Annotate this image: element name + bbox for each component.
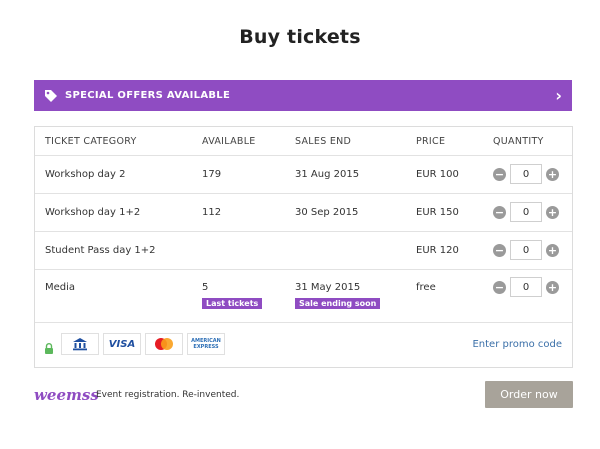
ticket-category: Student Pass day 1+2 bbox=[45, 245, 156, 256]
mastercard-logo bbox=[145, 333, 183, 355]
promo-code-link[interactable]: Enter promo code bbox=[472, 339, 562, 350]
visa-logo-text: VISA bbox=[108, 338, 136, 350]
minus-button[interactable]: − bbox=[493, 243, 506, 257]
footer-tagline: Event registration. Re-invented. bbox=[96, 390, 240, 400]
header-price: PRICE bbox=[416, 136, 446, 147]
quantity-input[interactable] bbox=[510, 164, 542, 184]
ticket-category: Media bbox=[45, 282, 76, 293]
ticket-sales-end: 30 Sep 2015 bbox=[295, 207, 359, 218]
order-now-button[interactable]: Order now bbox=[485, 381, 573, 408]
quantity-input[interactable] bbox=[510, 240, 542, 260]
table-row: Workshop day 1+2 112 30 Sep 2015 EUR 150… bbox=[35, 194, 572, 232]
amex-logo-text: AMERICAN EXPRESS bbox=[191, 338, 221, 350]
ticket-price: free bbox=[416, 282, 436, 293]
lock-icon bbox=[44, 339, 54, 354]
page-title: Buy tickets bbox=[239, 26, 361, 48]
ticket-category: Workshop day 2 bbox=[45, 169, 126, 180]
minus-button[interactable]: − bbox=[493, 167, 506, 181]
ticket-price: EUR 100 bbox=[416, 169, 459, 180]
minus-button[interactable]: − bbox=[493, 280, 506, 294]
quantity-stepper: − + bbox=[493, 202, 559, 222]
table-row: Media 5 Last tickets 31 May 2015 Sale en… bbox=[35, 270, 572, 323]
bank-icon bbox=[61, 333, 99, 355]
header-quantity: QUANTITY bbox=[493, 136, 544, 147]
table-header: TICKET CATEGORY AVAILABLE SALES END PRIC… bbox=[35, 127, 572, 156]
sale-ending-badge: Sale ending soon bbox=[295, 298, 381, 309]
minus-button[interactable]: − bbox=[493, 205, 506, 219]
ticket-sales-end: 31 Aug 2015 bbox=[295, 169, 360, 180]
tag-icon bbox=[44, 89, 58, 103]
ticket-available: 179 bbox=[202, 169, 222, 180]
quantity-input[interactable] bbox=[510, 202, 542, 222]
payment-methods: VISA AMERICAN EXPRESS Enter promo code bbox=[35, 323, 572, 367]
special-offers-label: SPECIAL OFFERS AVAILABLE bbox=[65, 90, 231, 101]
ticket-category: Workshop day 1+2 bbox=[45, 207, 141, 218]
table-row: Workshop day 2 179 31 Aug 2015 EUR 100 −… bbox=[35, 156, 572, 194]
quantity-stepper: − + bbox=[493, 240, 559, 260]
plus-button[interactable]: + bbox=[546, 167, 559, 181]
header-available: AVAILABLE bbox=[202, 136, 256, 147]
table-row: Student Pass day 1+2 EUR 120 − + bbox=[35, 232, 572, 270]
header-sales-end: SALES END bbox=[295, 136, 352, 147]
ticket-sales-end: 31 May 2015 bbox=[295, 282, 361, 293]
quantity-stepper: − + bbox=[493, 164, 559, 184]
plus-button[interactable]: + bbox=[546, 280, 559, 294]
ticket-price: EUR 120 bbox=[416, 245, 459, 256]
ticket-available: 112 bbox=[202, 207, 222, 218]
visa-logo: VISA bbox=[103, 333, 141, 355]
quantity-input[interactable] bbox=[510, 277, 542, 297]
plus-button[interactable]: + bbox=[546, 243, 559, 257]
ticket-available: 5 bbox=[202, 282, 209, 293]
chevron-right-icon: › bbox=[555, 85, 562, 105]
weemss-logo: weemss bbox=[34, 386, 99, 404]
ticket-price: EUR 150 bbox=[416, 207, 459, 218]
last-tickets-badge: Last tickets bbox=[202, 298, 263, 309]
special-offers-bar[interactable]: SPECIAL OFFERS AVAILABLE › bbox=[34, 80, 572, 111]
quantity-stepper: − + bbox=[493, 277, 559, 297]
plus-button[interactable]: + bbox=[546, 205, 559, 219]
tickets-panel: TICKET CATEGORY AVAILABLE SALES END PRIC… bbox=[34, 126, 573, 368]
amex-logo: AMERICAN EXPRESS bbox=[187, 333, 225, 355]
header-category: TICKET CATEGORY bbox=[45, 136, 137, 147]
